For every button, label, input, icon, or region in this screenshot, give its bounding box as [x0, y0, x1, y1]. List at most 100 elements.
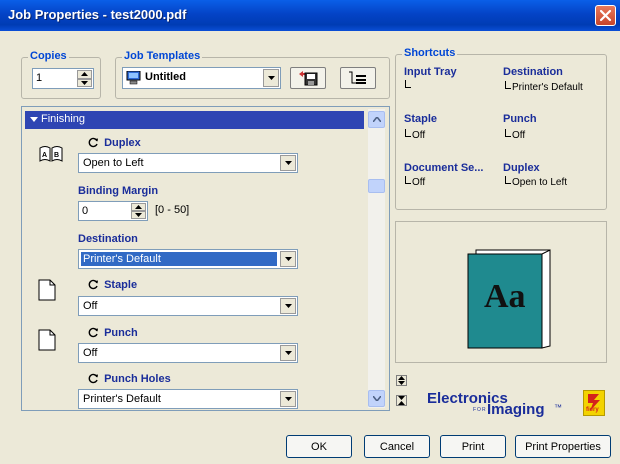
- double-chevron-icon: [398, 376, 405, 385]
- duplex-value: Open to Left: [83, 157, 144, 169]
- chevron-down-icon: [284, 397, 292, 401]
- shortcut-document-value: Off: [405, 176, 425, 188]
- edit-template-button[interactable]: [340, 67, 376, 89]
- cancel-button[interactable]: Cancel: [364, 435, 430, 458]
- destination-dropdown-arrow[interactable]: [280, 251, 296, 267]
- brand-small: FOR: [473, 407, 487, 413]
- shortcut-punch-value-text: Off: [512, 130, 526, 141]
- title-bar[interactable]: Job Properties - test2000.pdf: [0, 0, 620, 31]
- staple-label-text: Staple: [104, 279, 138, 291]
- print-properties-button[interactable]: Print Properties: [515, 435, 611, 458]
- binding-margin-value[interactable]: 0: [82, 205, 88, 217]
- duplex-label-text: Duplex: [104, 137, 141, 149]
- job-templates-dropdown-arrow[interactable]: [263, 69, 279, 87]
- fiery-logo: fiery: [583, 390, 605, 416]
- arrow-up-icon: [81, 72, 88, 77]
- shortcuts-label: Shortcuts: [402, 47, 458, 59]
- refresh-icon: [88, 137, 98, 148]
- binding-margin-down-button[interactable]: [131, 211, 146, 219]
- punch-dropdown[interactable]: Off: [78, 343, 298, 363]
- finishing-panel[interactable]: Finishing A B Duplex Open to Left Bindin…: [21, 106, 390, 411]
- duplex-dropdown-arrow[interactable]: [280, 155, 296, 171]
- shortcut-document-value-text: Off: [412, 177, 426, 188]
- arrow-down-icon: [81, 80, 88, 85]
- vertical-scrollbar[interactable]: [368, 109, 385, 408]
- shortcut-input-tray-title[interactable]: Input Tray: [404, 66, 457, 78]
- punch-holes-label-text: Punch Holes: [104, 373, 171, 385]
- chevron-down-icon: [284, 161, 292, 165]
- brand-line2: Imaging: [487, 401, 545, 418]
- scroll-down-button[interactable]: [368, 390, 385, 407]
- punch-holes-dropdown-arrow[interactable]: [280, 391, 296, 407]
- shortcut-duplex-value: Open to Left: [505, 176, 567, 188]
- refresh-icon: [88, 279, 98, 290]
- electronics-imaging-logo: Electronics FOR Imaging ™: [427, 390, 577, 424]
- staple-dropdown-arrow[interactable]: [280, 298, 296, 314]
- computer-icon: [126, 71, 141, 85]
- job-templates-value: Untitled: [145, 71, 186, 83]
- shortcut-staple-title[interactable]: Staple: [404, 113, 437, 125]
- job-templates-dropdown[interactable]: Untitled: [122, 67, 281, 89]
- fiery-logo-text: fiery: [586, 407, 599, 413]
- shortcut-punch-title[interactable]: Punch: [503, 113, 537, 125]
- chevron-up-icon: [372, 117, 381, 122]
- brand-tm: ™: [554, 403, 562, 412]
- staple-dropdown[interactable]: Off: [78, 296, 298, 316]
- duplex-label: Duplex: [88, 137, 141, 149]
- punch-dropdown-arrow[interactable]: [280, 345, 296, 361]
- duplex-dropdown[interactable]: Open to Left: [78, 153, 298, 173]
- finishing-section-header[interactable]: Finishing: [25, 111, 364, 129]
- job-templates-label: Job Templates: [122, 50, 203, 62]
- copies-down-button[interactable]: [77, 78, 92, 87]
- punch-label: Punch: [88, 327, 138, 339]
- load-template-button[interactable]: [290, 67, 326, 89]
- shortcut-input-tray-value: [405, 80, 412, 92]
- chevron-down-icon: [284, 257, 292, 261]
- collapse-triangle-icon: [30, 117, 38, 122]
- preview-box: Aa: [395, 221, 607, 363]
- duplex-book-icon: A B: [39, 146, 63, 162]
- binding-margin-range: [0 - 50]: [155, 204, 190, 216]
- binding-margin-label: Binding Margin: [78, 185, 159, 197]
- binding-margin-spinbox[interactable]: 0: [78, 201, 148, 221]
- finishing-section-label: Finishing: [41, 113, 86, 125]
- shortcut-duplex-title[interactable]: Duplex: [503, 162, 540, 174]
- punch-holes-value: Printer's Default: [83, 393, 161, 405]
- save-template-icon: [299, 71, 318, 86]
- copies-value[interactable]: 1: [36, 72, 42, 84]
- punch-holes-label: Punch Holes: [88, 373, 171, 385]
- shortcut-duplex-value-text: Open to Left: [512, 177, 568, 188]
- destination-value: Printer's Default: [81, 252, 277, 266]
- punch-label-text: Punch: [104, 327, 138, 339]
- scroll-up-button[interactable]: [368, 111, 385, 128]
- chevron-down-icon: [267, 76, 275, 80]
- shortcut-destination-value-text: Printer's Default: [512, 82, 583, 93]
- shortcut-punch-value: Off: [505, 129, 525, 141]
- staple-label: Staple: [88, 279, 137, 291]
- expand-all-button[interactable]: [396, 375, 407, 386]
- destination-dropdown[interactable]: Printer's Default: [78, 249, 298, 269]
- binding-margin-up-button[interactable]: [131, 203, 146, 211]
- svg-text:A: A: [42, 152, 47, 159]
- print-button[interactable]: Print: [440, 435, 506, 458]
- chevron-down-icon: [284, 304, 292, 308]
- collapse-all-button[interactable]: [396, 395, 407, 406]
- copies-up-button[interactable]: [77, 70, 92, 79]
- shortcut-destination-title[interactable]: Destination: [503, 66, 563, 78]
- svg-text:B: B: [54, 152, 59, 159]
- ok-button[interactable]: OK: [286, 435, 352, 458]
- arrow-up-icon: [135, 205, 142, 209]
- close-button[interactable]: [595, 5, 616, 26]
- shortcut-document-title[interactable]: Document Se...: [404, 162, 483, 174]
- copies-spinbox[interactable]: 1: [32, 68, 94, 89]
- staple-page-icon: [38, 279, 56, 301]
- preview-glyph: Aa: [484, 278, 526, 315]
- arrow-down-icon: [135, 213, 142, 217]
- punch-holes-dropdown[interactable]: Printer's Default: [78, 389, 298, 409]
- scroll-thumb[interactable]: [368, 179, 385, 193]
- refresh-icon: [88, 327, 98, 338]
- shortcut-destination-value: Printer's Default: [505, 81, 583, 93]
- double-chevron-collapse-icon: [398, 396, 405, 405]
- copies-label: Copies: [28, 50, 69, 62]
- shortcut-staple-value-text: Off: [412, 130, 426, 141]
